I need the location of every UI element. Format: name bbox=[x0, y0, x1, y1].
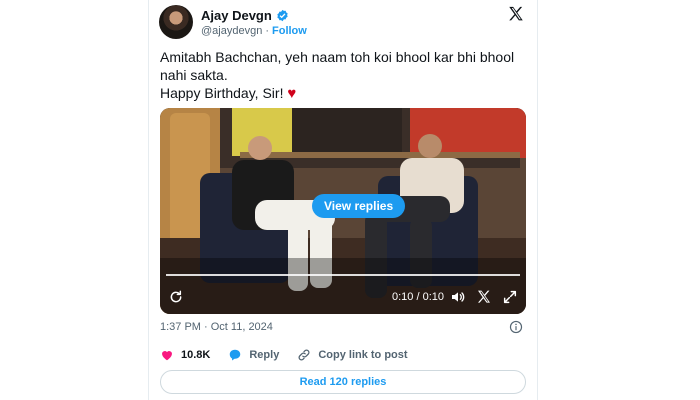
author-name-row: Ajay Devgn bbox=[201, 8, 289, 23]
tweet-text-line-2: nahi sakta. bbox=[160, 67, 228, 83]
like-count: 10.8K bbox=[181, 349, 211, 361]
read-replies-button[interactable]: Read 120 replies bbox=[160, 370, 526, 394]
tweet-timestamp[interactable]: 1:37 PM · Oct 11, 2024 bbox=[160, 321, 273, 333]
reply-bubble-icon bbox=[230, 349, 241, 361]
heart-icon bbox=[162, 351, 172, 361]
handle-row: @ajaydevgn · Follow bbox=[201, 25, 307, 37]
follow-button[interactable]: Follow bbox=[272, 25, 307, 37]
x-logo-icon[interactable] bbox=[507, 5, 525, 23]
video-time: 0:10 / 0:10 bbox=[392, 291, 444, 303]
video-progress-bar[interactable] bbox=[166, 274, 520, 276]
fullscreen-icon[interactable] bbox=[502, 289, 518, 305]
avatar[interactable] bbox=[159, 5, 193, 39]
author-name[interactable]: Ajay Devgn bbox=[201, 8, 272, 23]
like-button[interactable]: 10.8K bbox=[160, 348, 210, 362]
video-player[interactable]: View replies 0:10 / 0:10 bbox=[160, 108, 526, 314]
author-handle[interactable]: @ajaydevgn bbox=[201, 25, 262, 37]
video-controls: 0:10 / 0:10 bbox=[160, 286, 526, 310]
info-icon[interactable] bbox=[509, 320, 523, 334]
verified-badge-icon bbox=[277, 9, 288, 22]
separator-dot: · bbox=[265, 25, 269, 37]
replay-icon[interactable] bbox=[168, 289, 184, 305]
tweet-text-line-3: Happy Birthday, Sir! ♥ bbox=[160, 84, 530, 103]
volume-icon[interactable] bbox=[450, 289, 466, 305]
link-icon bbox=[298, 349, 310, 361]
birthday-text: Happy Birthday, Sir! bbox=[160, 85, 284, 101]
x-logo-icon[interactable] bbox=[476, 289, 492, 305]
copy-link-button[interactable]: Copy link to post bbox=[297, 348, 408, 362]
tweet-text: Amitabh Bachchan, yeh naam toh koi bhool… bbox=[160, 48, 530, 103]
copy-link-label: Copy link to post bbox=[318, 349, 408, 361]
view-replies-button[interactable]: View replies bbox=[312, 194, 406, 218]
reply-button[interactable]: Reply bbox=[228, 348, 279, 362]
tweet-actions: 10.8K Reply Copy link to post bbox=[160, 348, 426, 362]
red-heart-emoji: ♥ bbox=[287, 85, 297, 102]
tweet-text-line-1: Amitabh Bachchan, yeh naam toh koi bhool… bbox=[160, 49, 515, 65]
tweet-card: Ajay Devgn @ajaydevgn · Follow Amitabh B… bbox=[148, 0, 538, 400]
reply-label: Reply bbox=[249, 349, 280, 361]
